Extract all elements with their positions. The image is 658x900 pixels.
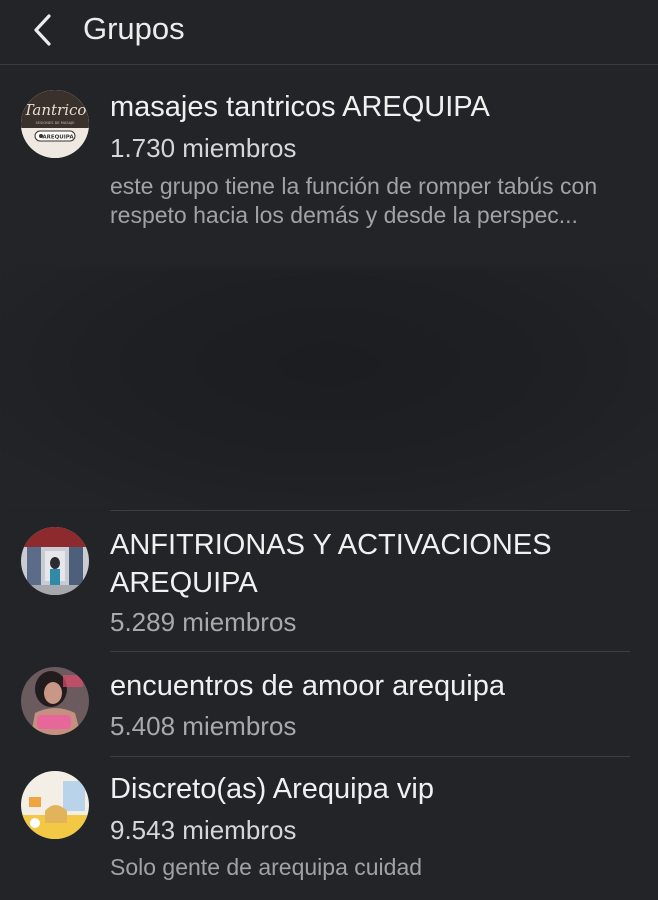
group-avatar: [21, 667, 89, 735]
group-item-discretos[interactable]: Discreto(as) Arequipa vip 9.543 miembros…: [0, 757, 658, 900]
divider: [110, 510, 630, 511]
group-members: 9.543 miembros: [110, 815, 297, 845]
group-description: este grupo tiene la función de romper ta…: [110, 173, 598, 228]
group-avatar: Tantrico SESIONES DE MASAJE AREQUIPA: [21, 90, 89, 158]
avatar-location-text: AREQUIPA: [42, 135, 74, 141]
group-avatar: [21, 527, 89, 595]
group-name: ANFITRIONAS Y ACTIVACIONES AREQUIPA: [110, 529, 552, 599]
back-button[interactable]: [22, 10, 62, 50]
group-name: Discreto(as) Arequipa vip: [110, 773, 434, 805]
chevron-left-icon: [34, 14, 51, 46]
avatar-subtitle-text: SESIONES DE MASAJE: [36, 121, 76, 125]
avatar-brand-text: Tantrico: [24, 101, 87, 119]
blurred-content-area: [0, 268, 658, 508]
group-item-encuentros[interactable]: encuentros de amoor arequipa 5.408 miemb…: [0, 652, 658, 756]
page-title: Grupos: [83, 11, 185, 46]
group-name: masajes tantricos AREQUIPA: [110, 91, 490, 123]
group-name: encuentros de amoor arequipa: [110, 670, 505, 702]
group-members: 1.730 miembros: [110, 133, 297, 163]
group-avatar: [21, 771, 89, 839]
group-description: Solo gente de arequipa cuidad: [110, 854, 423, 880]
group-item-anfitrionas[interactable]: ANFITRIONAS Y ACTIVACIONES AREQUIPA 5.28…: [0, 512, 658, 652]
app-header: Grupos: [0, 0, 658, 65]
group-item-masajes-tantricos[interactable]: Tantrico SESIONES DE MASAJE AREQUIPA mas…: [0, 64, 658, 270]
group-members: 5.289 miembros: [110, 607, 297, 637]
group-members: 5.408 miembros: [110, 711, 297, 741]
